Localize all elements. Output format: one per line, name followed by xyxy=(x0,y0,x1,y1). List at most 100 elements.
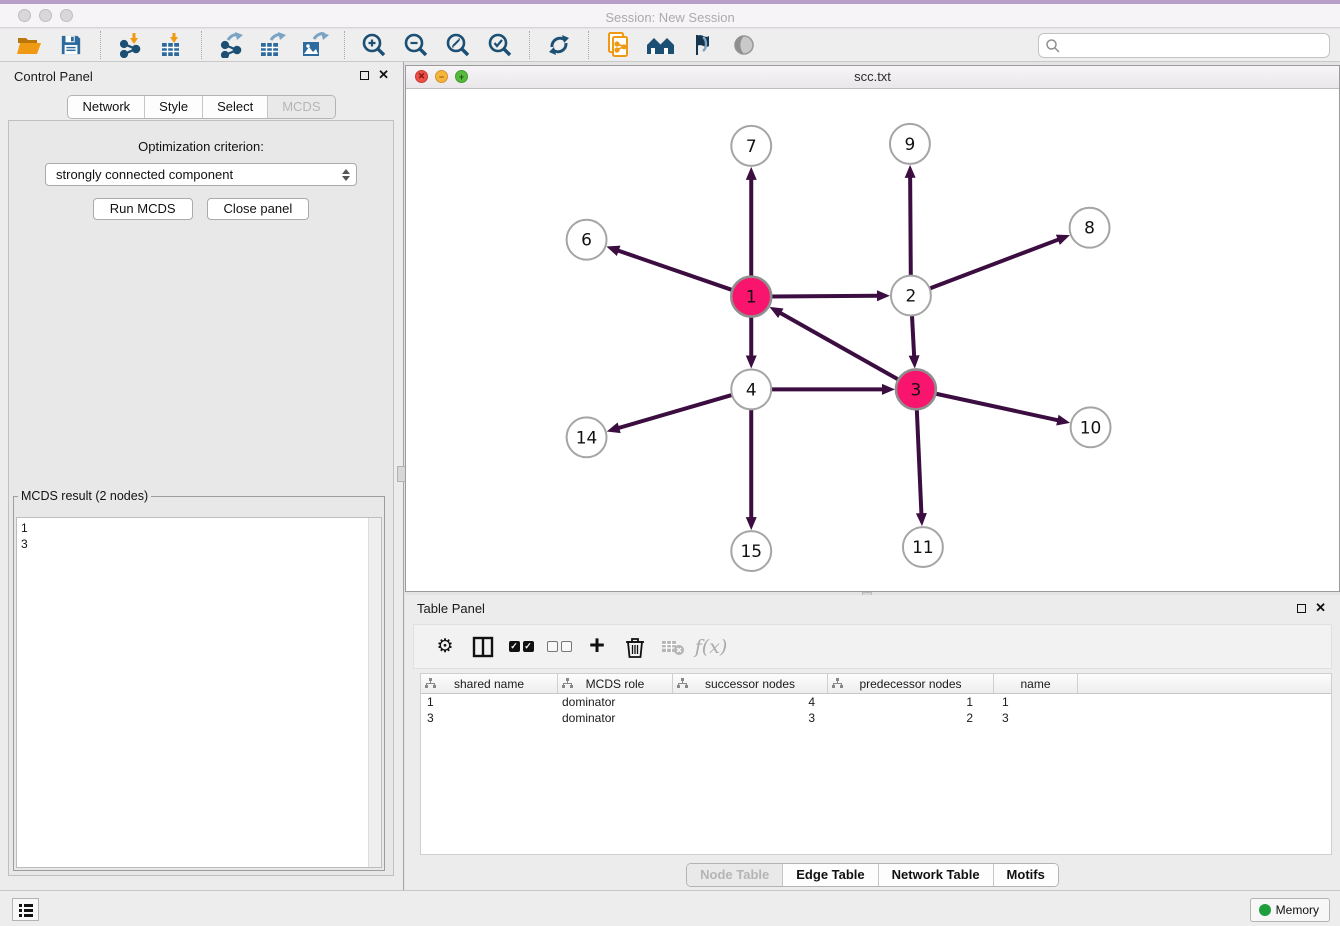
close-panel-icon[interactable]: ✕ xyxy=(378,67,389,83)
tab-motifs[interactable]: Motifs xyxy=(994,864,1058,886)
zoom-selected-icon[interactable] xyxy=(485,30,515,60)
save-session-icon[interactable] xyxy=(56,30,86,60)
export-network-icon[interactable] xyxy=(216,30,246,60)
graph-node-14[interactable]: 14 xyxy=(567,417,607,457)
graph-node-9[interactable]: 9 xyxy=(890,124,930,164)
table-row[interactable]: 3dominator323 xyxy=(421,710,1331,726)
result-scrollbar[interactable] xyxy=(368,518,381,867)
mcds-result-box[interactable]: 1 3 xyxy=(16,517,382,868)
zoom-in-icon[interactable] xyxy=(359,30,389,60)
tab-style[interactable]: Style xyxy=(145,96,203,118)
column-header-shared-name[interactable]: shared name xyxy=(421,674,558,693)
clone-network-icon[interactable] xyxy=(603,30,633,60)
zoom-out-icon[interactable] xyxy=(401,30,431,60)
tab-select[interactable]: Select xyxy=(203,96,268,118)
graph-edge-3-1[interactable] xyxy=(779,312,898,379)
graph-node-6[interactable]: 6 xyxy=(567,220,607,260)
tab-node-table[interactable]: Node Table xyxy=(687,864,783,886)
graph-edge-1-2[interactable] xyxy=(771,296,879,297)
delete-table-icon[interactable] xyxy=(656,632,690,662)
control-panel-title: Control Panel xyxy=(14,69,93,84)
table-cell[interactable]: 3 xyxy=(421,710,558,726)
open-session-icon[interactable] xyxy=(14,30,44,60)
search-field[interactable] xyxy=(1038,33,1330,58)
column-header-MCDS-role[interactable]: MCDS role xyxy=(558,674,673,693)
first-neighbors-icon[interactable] xyxy=(645,30,675,60)
search-input[interactable] xyxy=(1061,36,1329,56)
import-network-icon[interactable] xyxy=(115,30,145,60)
table-row[interactable]: 1dominator411 xyxy=(421,694,1331,710)
graph-node-15[interactable]: 15 xyxy=(731,531,771,571)
graphics-details-icon[interactable] xyxy=(687,30,717,60)
table-cell[interactable]: 1 xyxy=(828,694,994,710)
graph-node-10[interactable]: 10 xyxy=(1071,407,1111,447)
refresh-icon[interactable] xyxy=(544,30,574,60)
select-all-columns-icon[interactable]: ✓✓ xyxy=(504,632,538,662)
graph-edge-arrow-icon xyxy=(606,246,620,256)
column-header-predecessor-nodes[interactable]: predecessor nodes xyxy=(828,674,994,693)
graph-edge-3-11[interactable] xyxy=(917,409,922,515)
birdseye-view-icon[interactable] xyxy=(729,30,759,60)
table-cell[interactable]: 4 xyxy=(673,694,828,710)
graph-node-8[interactable]: 8 xyxy=(1070,208,1110,248)
graph-edge-arrow-icon xyxy=(746,355,757,368)
graph-edge-arrow-icon xyxy=(607,423,621,434)
graph-edge-1-6[interactable] xyxy=(617,250,733,290)
optimization-select[interactable]: strongly connected component xyxy=(45,163,357,186)
graph-edge-3-10[interactable] xyxy=(935,394,1059,421)
table-panel-title: Table Panel xyxy=(417,601,485,616)
graph-node-11[interactable]: 11 xyxy=(903,527,943,567)
table-cell[interactable]: 2 xyxy=(828,710,994,726)
graph-edge-4-14[interactable] xyxy=(617,395,732,428)
graph-node-3[interactable]: 3 xyxy=(896,369,936,409)
tab-edge-table[interactable]: Edge Table xyxy=(783,864,878,886)
toolbar-separator xyxy=(100,31,101,59)
graph-node-4[interactable]: 4 xyxy=(731,369,771,409)
close-panel-button[interactable]: Close panel xyxy=(207,198,310,220)
tab-network-table[interactable]: Network Table xyxy=(879,864,994,886)
table-cell[interactable]: dominator xyxy=(558,694,673,710)
export-image-icon[interactable] xyxy=(300,30,330,60)
show-columns-icon[interactable] xyxy=(466,632,500,662)
svg-text:4: 4 xyxy=(746,379,757,399)
graph-edge-2-8[interactable] xyxy=(930,239,1060,288)
float-table-panel-icon[interactable] xyxy=(1297,604,1306,613)
task-history-button[interactable] xyxy=(12,898,39,921)
graph-node-1[interactable]: 1 xyxy=(731,277,771,317)
table-settings-icon[interactable]: ⚙ xyxy=(428,632,462,662)
table-cell[interactable]: 1 xyxy=(421,694,558,710)
run-mcds-button[interactable]: Run MCDS xyxy=(93,198,193,220)
graph-edge-2-3[interactable] xyxy=(912,316,914,358)
control-panel: Control Panel ✕ NetworkStyleSelectMCDS O… xyxy=(0,62,404,890)
delete-column-icon[interactable] xyxy=(618,632,652,662)
table-cell[interactable]: 3 xyxy=(994,710,1078,726)
graph-node-7[interactable]: 7 xyxy=(731,126,771,166)
column-header-name[interactable]: name xyxy=(994,674,1078,693)
zoom-fit-icon[interactable] xyxy=(443,30,473,60)
graph-edge-arrow-icon xyxy=(1056,235,1070,245)
network-canvas[interactable]: 7 9 6 8 1 2 4 3 14 10 15 11 xyxy=(406,89,1339,591)
close-table-panel-icon[interactable]: ✕ xyxy=(1315,600,1326,616)
function-builder-icon[interactable]: f(x) xyxy=(694,632,728,662)
create-column-icon[interactable]: + xyxy=(580,632,614,662)
graph-node-2[interactable]: 2 xyxy=(891,276,931,316)
unselect-all-columns-icon[interactable] xyxy=(542,632,576,662)
table-tabs: Node TableEdge TableNetwork TableMotifs xyxy=(405,863,1340,887)
table-cell[interactable]: 1 xyxy=(994,694,1078,710)
memory-button[interactable]: Memory xyxy=(1250,898,1330,922)
graph-edge-arrow-icon xyxy=(916,513,927,526)
import-table-icon[interactable] xyxy=(157,30,187,60)
tab-network[interactable]: Network xyxy=(68,96,145,118)
float-panel-icon[interactable] xyxy=(360,71,369,80)
network-titlebar[interactable]: ✕ − + scc.txt xyxy=(406,66,1339,89)
table-cell[interactable]: dominator xyxy=(558,710,673,726)
table-panel: Table Panel ✕ ⚙ ✓✓ + f(x) shared nameMCD… xyxy=(405,595,1340,890)
column-header-successor-nodes[interactable]: successor nodes xyxy=(673,674,828,693)
tab-mcds[interactable]: MCDS xyxy=(268,96,334,118)
main-toolbar xyxy=(0,29,1340,62)
graph-edge-2-9[interactable] xyxy=(910,176,911,276)
table-cell[interactable]: 3 xyxy=(673,710,828,726)
graph-edge-arrow-icon xyxy=(746,517,757,530)
mcds-result-group: MCDS result (2 nodes) 1 3 xyxy=(13,489,385,871)
export-table-icon[interactable] xyxy=(258,30,288,60)
